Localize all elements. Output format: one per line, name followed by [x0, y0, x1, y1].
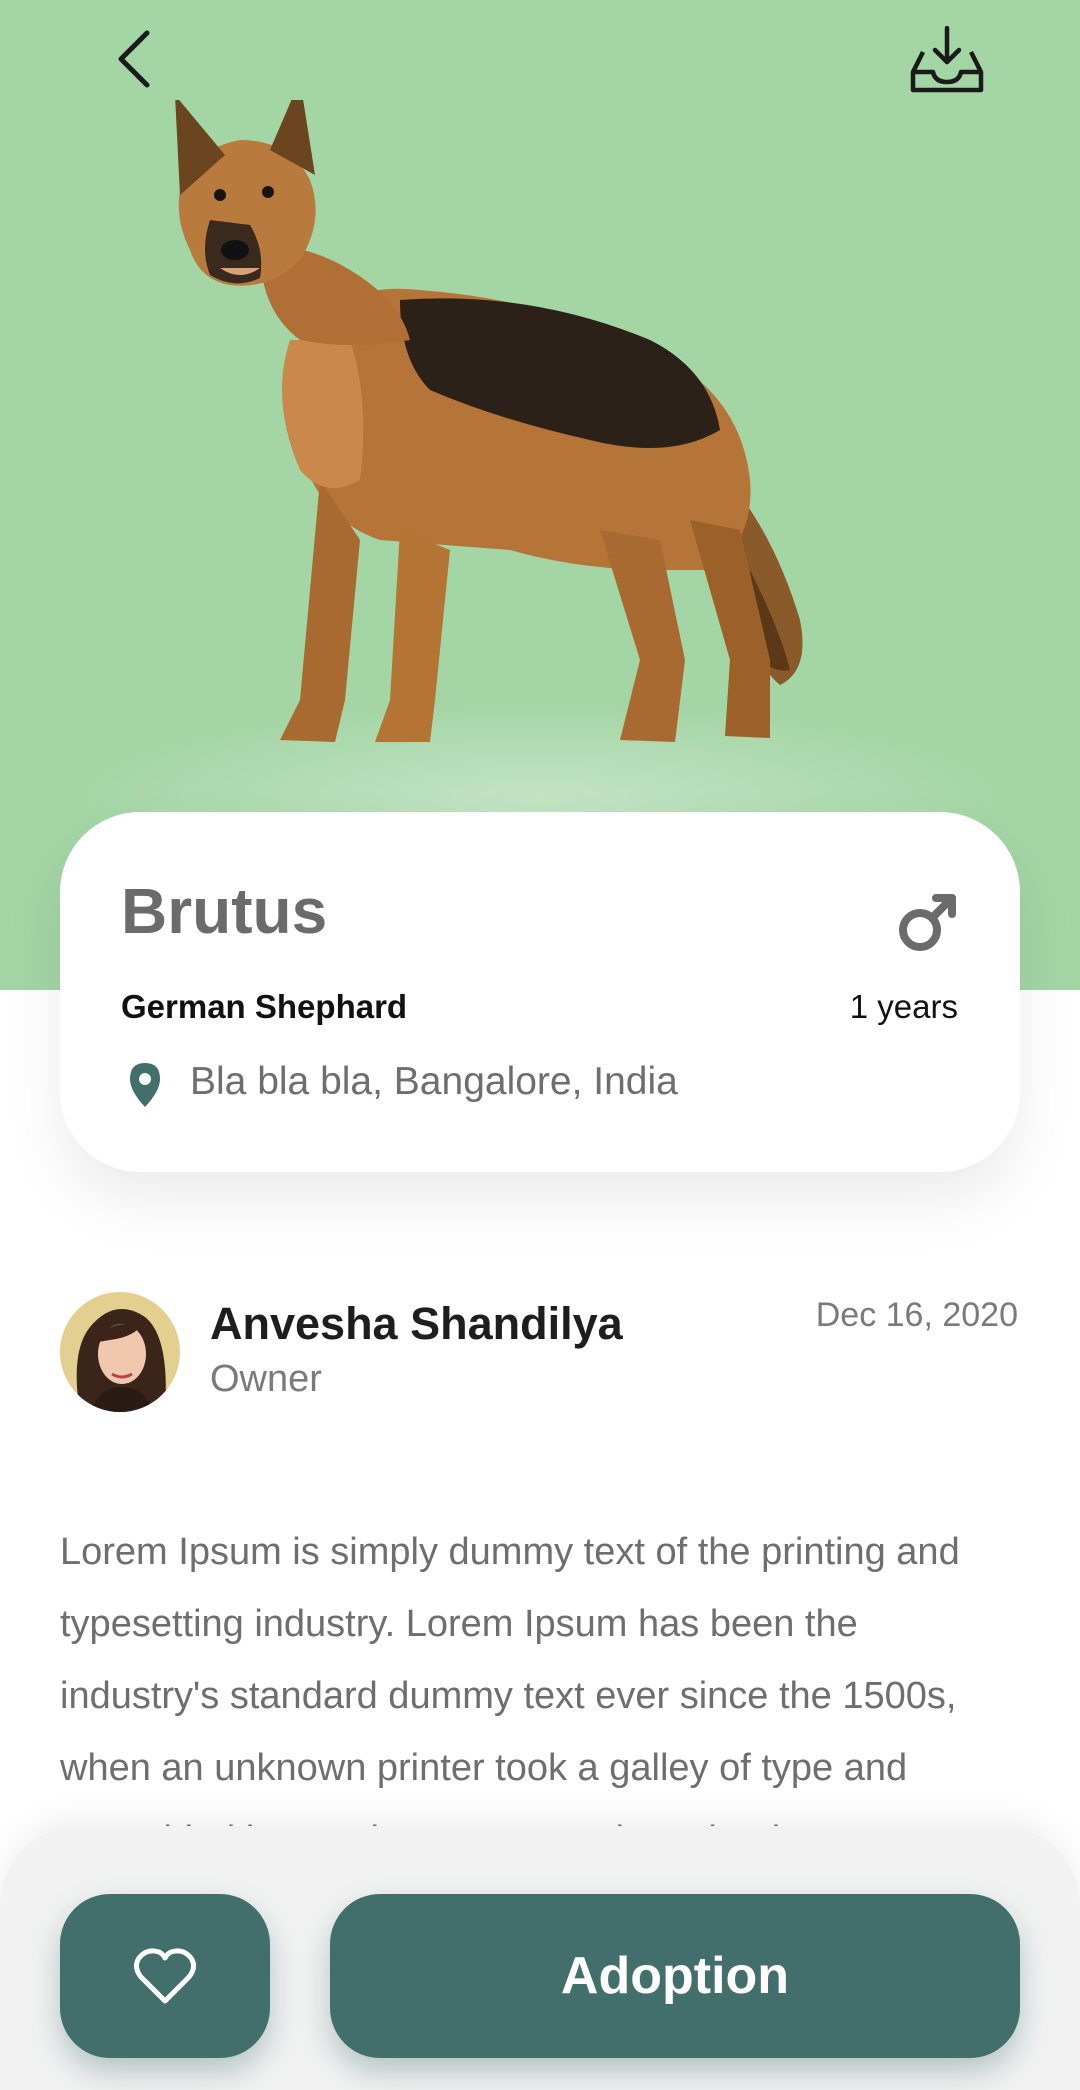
avatar-image — [60, 1292, 180, 1412]
owner-role: Owner — [210, 1358, 322, 1400]
heart-icon — [133, 1948, 197, 2004]
owner-avatar[interactable] — [60, 1292, 180, 1412]
download-button[interactable] — [898, 18, 996, 104]
pet-info-card: Brutus German Shephard 1 years Bla bla b… — [60, 812, 1020, 1172]
back-button[interactable] — [100, 24, 170, 94]
pet-name: Brutus — [121, 875, 328, 947]
pet-description: Lorem Ipsum is simply dummy text of the … — [60, 1531, 960, 1828]
male-icon — [899, 894, 956, 951]
favorite-button[interactable] — [60, 1894, 270, 2058]
inbox-download-icon — [910, 26, 984, 93]
post-date: Dec 16, 2020 — [815, 1296, 1018, 1334]
bottom-action-bar: Adoption — [0, 1826, 1080, 2090]
adoption-button[interactable]: Adoption — [330, 1894, 1020, 2058]
pet-age: 1 years — [849, 988, 958, 1025]
dog-image — [175, 100, 803, 742]
chevron-left-icon — [118, 30, 150, 88]
location-pin-icon — [130, 1063, 160, 1107]
pet-breed: German Shephard — [121, 988, 408, 1025]
pet-location: Bla bla bla, Bangalore, India — [190, 1060, 678, 1103]
owner-name: Anvesha Shandilya — [210, 1298, 623, 1349]
